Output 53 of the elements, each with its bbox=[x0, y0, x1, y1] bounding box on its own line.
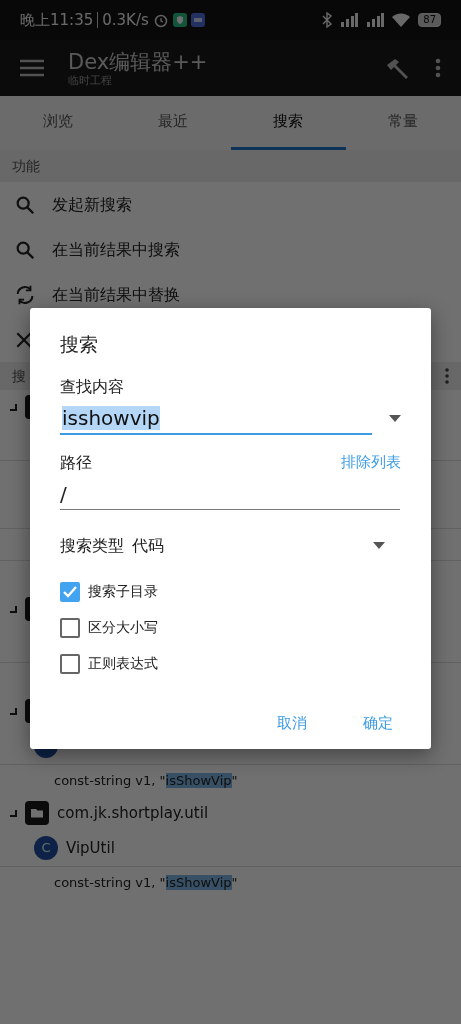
field-label: 搜索类型 bbox=[60, 534, 124, 557]
signal-icon bbox=[340, 13, 359, 27]
checkbox-label: 正则表达式 bbox=[88, 654, 158, 673]
network-speed: 0.3K/s bbox=[102, 9, 149, 31]
tab[interactable]: 浏览 bbox=[0, 96, 116, 150]
bluetooth-icon bbox=[322, 12, 333, 28]
checkbox-label: 区分大小写 bbox=[88, 618, 158, 637]
menu-icon[interactable] bbox=[20, 59, 44, 77]
class-name[interactable]: VipUtil bbox=[66, 836, 115, 860]
dropdown-value[interactable]: 代码 bbox=[132, 533, 164, 558]
checkbox[interactable] bbox=[60, 653, 80, 674]
dropdown-caret-icon[interactable] bbox=[389, 415, 401, 422]
exclude-list-link[interactable]: 排除列表 bbox=[341, 451, 401, 474]
more-icon[interactable] bbox=[435, 58, 441, 78]
hammer-icon[interactable] bbox=[385, 57, 411, 79]
section-header: 功能 bbox=[12, 156, 40, 176]
tab[interactable]: 常量 bbox=[345, 96, 461, 150]
signal-icon bbox=[366, 13, 385, 27]
status-divider bbox=[97, 12, 99, 28]
tab[interactable]: 最近 bbox=[115, 96, 231, 150]
wifi-icon bbox=[392, 13, 411, 27]
package-name[interactable]: com.jk.shortplay.util bbox=[57, 801, 209, 825]
menu-item[interactable]: 在当前结果中替换 bbox=[52, 282, 180, 307]
collapse-corner-icon[interactable] bbox=[10, 605, 17, 613]
menu-item[interactable]: 发起新搜索 bbox=[52, 192, 132, 217]
collapse-corner-icon[interactable] bbox=[10, 809, 17, 817]
code-line[interactable]: const-string v1, "isShowVip" bbox=[54, 872, 238, 893]
app-title: Dex编辑器++ bbox=[68, 49, 209, 74]
menu-item[interactable]: 在当前结果中搜索 bbox=[52, 237, 180, 262]
search-field[interactable]: isshowvip bbox=[60, 402, 372, 435]
alarm-icon bbox=[152, 12, 169, 28]
section-header: 搜 bbox=[12, 366, 26, 386]
checkbox[interactable] bbox=[60, 617, 80, 638]
class-icon: C bbox=[34, 836, 58, 860]
code-line[interactable]: const-string v1, "isShowVip" bbox=[54, 770, 238, 791]
field-label: 路径 bbox=[60, 451, 92, 474]
dialog-button[interactable]: 取消 bbox=[273, 705, 311, 740]
refresh-search-icon bbox=[14, 283, 36, 306]
more-icon[interactable] bbox=[445, 368, 449, 384]
dialog-button[interactable]: 确定 bbox=[359, 705, 397, 740]
dropdown-caret-icon[interactable] bbox=[373, 542, 385, 549]
folder-icon bbox=[25, 801, 49, 825]
path-field[interactable]: / bbox=[60, 478, 400, 510]
collapse-corner-icon[interactable] bbox=[10, 707, 17, 715]
collapse-corner-icon[interactable] bbox=[10, 403, 17, 411]
checkbox-label: 搜索子目录 bbox=[88, 582, 158, 601]
field-label: 查找内容 bbox=[60, 375, 125, 398]
battery-icon: 87 bbox=[418, 13, 441, 27]
keyboard-icon bbox=[190, 13, 205, 27]
shield-icon bbox=[172, 13, 187, 27]
dialog-title: 搜索 bbox=[60, 332, 99, 357]
checkbox[interactable] bbox=[60, 581, 80, 602]
status-time: 晚上11:35 bbox=[20, 9, 94, 31]
